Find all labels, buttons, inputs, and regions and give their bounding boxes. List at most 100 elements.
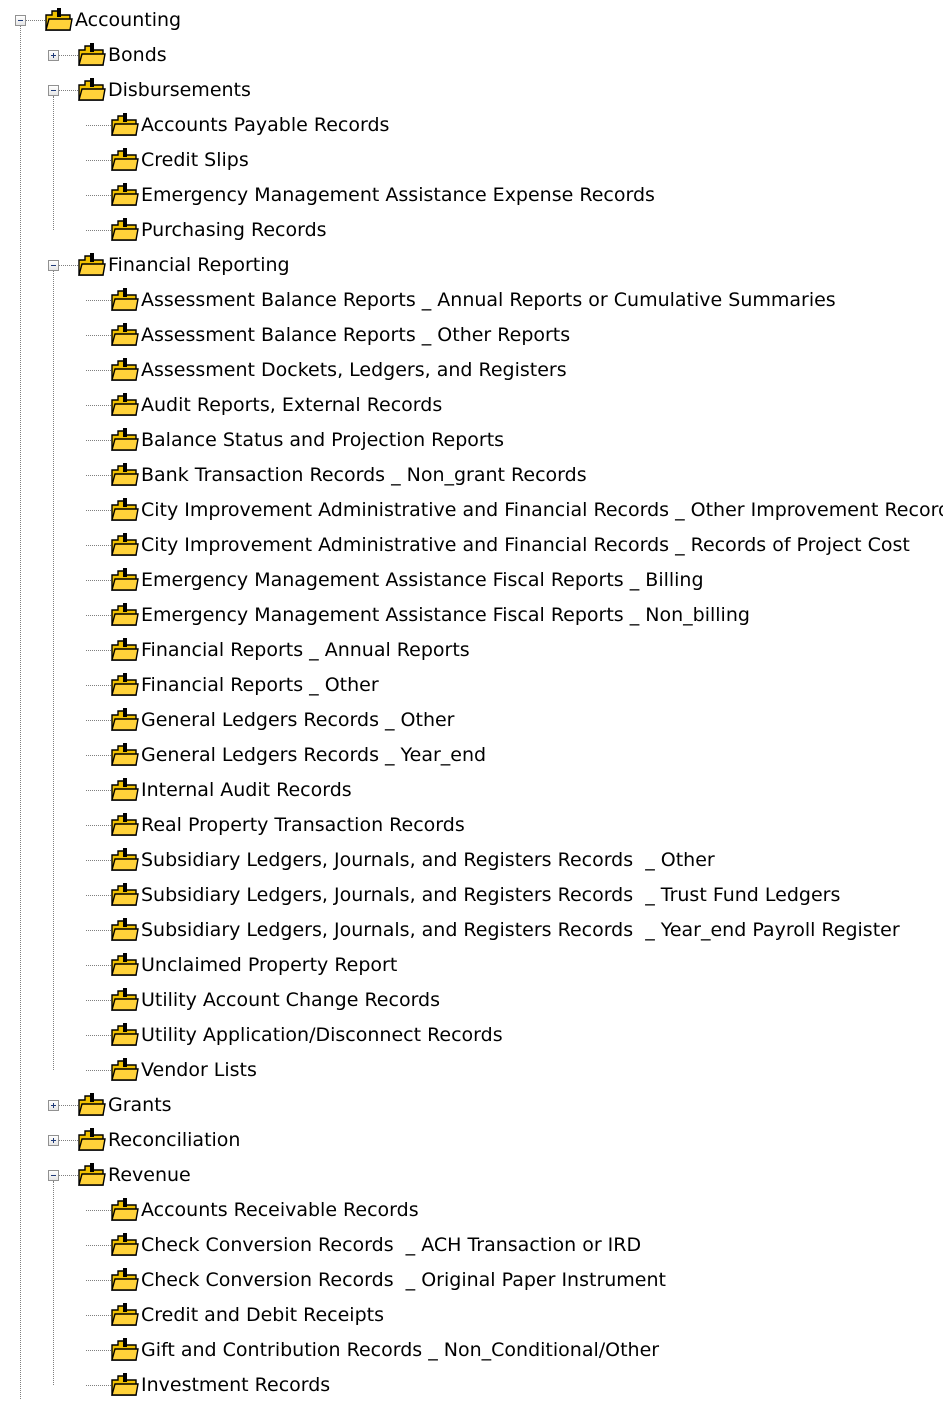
tree-node-label[interactable]: General Ledgers Records _ Year_end xyxy=(141,743,486,767)
tree-node-label[interactable]: Internal Audit Records xyxy=(141,778,352,802)
tree-node-label[interactable]: Credit Slips xyxy=(141,148,249,172)
tree-node-label[interactable]: Unclaimed Property Report xyxy=(141,953,397,977)
tree-node-label[interactable]: Balance Status and Projection Reports xyxy=(141,428,504,452)
tree-node-leaf-1-1[interactable]: Credit Slips xyxy=(0,143,943,178)
tree-node-leaf-2-7[interactable]: City Improvement Administrative and Fina… xyxy=(0,528,943,563)
tree-node-group-5[interactable]: Revenue xyxy=(0,1158,943,1193)
tree-node-label[interactable]: Accounting xyxy=(75,8,181,32)
tree-node-label[interactable]: Grants xyxy=(108,1093,172,1117)
tree-node-label[interactable]: Utility Account Change Records xyxy=(141,988,440,1012)
tree-node-leaf-5-4[interactable]: Gift and Contribution Records _ Non_Cond… xyxy=(0,1333,943,1368)
tree-connector-line xyxy=(86,160,111,161)
tree-node-leaf-2-18[interactable]: Subsidiary Ledgers, Journals, and Regist… xyxy=(0,913,943,948)
minus-box-icon[interactable] xyxy=(48,260,59,271)
plus-box-icon[interactable] xyxy=(48,1100,59,1111)
tree-node-label[interactable]: Purchasing Records xyxy=(141,218,327,242)
tree-node-leaf-2-3[interactable]: Audit Reports, External Records xyxy=(0,388,943,423)
tree-node-leaf-2-1[interactable]: Assessment Balance Reports _ Other Repor… xyxy=(0,318,943,353)
tree-node-leaf-2-20[interactable]: Utility Account Change Records xyxy=(0,983,943,1018)
tree-node-label[interactable]: Emergency Management Assistance Fiscal R… xyxy=(141,603,750,627)
tree-node-label[interactable]: Credit and Debit Receipts xyxy=(141,1303,384,1327)
tree-connector-line xyxy=(86,650,111,651)
tree-node-label[interactable]: Emergency Management Assistance Fiscal R… xyxy=(141,568,704,592)
tree-node-leaf-2-12[interactable]: General Ledgers Records _ Other xyxy=(0,703,943,738)
tree-node-label[interactable]: City Improvement Administrative and Fina… xyxy=(141,533,910,557)
records-tree-view[interactable]: Accounting Bonds Disbursements Accounts Pay… xyxy=(0,0,943,1399)
tree-node-group-2[interactable]: Financial Reporting xyxy=(0,248,943,283)
tree-node-label[interactable]: Utility Application/Disconnect Records xyxy=(141,1023,503,1047)
tree-node-leaf-2-5[interactable]: Bank Transaction Records _ Non_grant Rec… xyxy=(0,458,943,493)
tree-node-leaf-2-2[interactable]: Assessment Dockets, Ledgers, and Registe… xyxy=(0,353,943,388)
tree-node-leaf-2-0[interactable]: Assessment Balance Reports _ Annual Repo… xyxy=(0,283,943,318)
tree-node-root[interactable]: Accounting xyxy=(0,3,943,38)
tree-node-label[interactable]: Subsidiary Ledgers, Journals, and Regist… xyxy=(141,848,715,872)
tree-node-leaf-2-16[interactable]: Subsidiary Ledgers, Journals, and Regist… xyxy=(0,843,943,878)
minus-box-icon[interactable] xyxy=(48,1170,59,1181)
folder-icon xyxy=(109,1371,139,1397)
folder-icon xyxy=(109,1231,139,1257)
tree-node-label[interactable]: Accounts Receivable Records xyxy=(141,1198,419,1222)
tree-node-leaf-1-3[interactable]: Purchasing Records xyxy=(0,213,943,248)
tree-node-label[interactable]: Assessment Balance Reports _ Other Repor… xyxy=(141,323,570,347)
tree-node-label[interactable]: Revenue xyxy=(108,1163,191,1187)
tree-node-leaf-2-4[interactable]: Balance Status and Projection Reports xyxy=(0,423,943,458)
tree-node-label[interactable]: Real Property Transaction Records xyxy=(141,813,465,837)
tree-node-label[interactable]: Financial Reports _ Other xyxy=(141,673,379,697)
tree-node-label[interactable]: Audit Reports, External Records xyxy=(141,393,442,417)
tree-node-leaf-5-2[interactable]: Check Conversion Records _ Original Pape… xyxy=(0,1263,943,1298)
tree-node-label[interactable]: Financial Reporting xyxy=(108,253,290,277)
tree-node-leaf-5-0[interactable]: Accounts Receivable Records xyxy=(0,1193,943,1228)
folder-icon xyxy=(109,461,139,487)
tree-node-leaf-2-8[interactable]: Emergency Management Assistance Fiscal R… xyxy=(0,563,943,598)
tree-node-leaf-5-3[interactable]: Credit and Debit Receipts xyxy=(0,1298,943,1333)
tree-node-label[interactable]: Check Conversion Records _ ACH Transacti… xyxy=(141,1233,641,1257)
folder-icon xyxy=(109,216,139,242)
tree-node-group-1[interactable]: Disbursements xyxy=(0,73,943,108)
tree-node-leaf-2-11[interactable]: Financial Reports _ Other xyxy=(0,668,943,703)
tree-node-label[interactable]: Gift and Contribution Records _ Non_Cond… xyxy=(141,1338,659,1362)
tree-node-leaf-2-13[interactable]: General Ledgers Records _ Year_end xyxy=(0,738,943,773)
tree-node-label[interactable]: City Improvement Administrative and Fina… xyxy=(141,498,943,522)
tree-connector-line xyxy=(86,230,111,231)
tree-node-leaf-2-6[interactable]: City Improvement Administrative and Fina… xyxy=(0,493,943,528)
tree-node-label[interactable]: Bank Transaction Records _ Non_grant Rec… xyxy=(141,463,587,487)
tree-node-leaf-2-17[interactable]: Subsidiary Ledgers, Journals, and Regist… xyxy=(0,878,943,913)
tree-connector-line xyxy=(86,895,111,896)
tree-node-label[interactable]: Vendor Lists xyxy=(141,1058,257,1082)
minus-box-icon[interactable] xyxy=(15,15,26,26)
tree-connector-line xyxy=(86,930,111,931)
tree-node-label[interactable]: Subsidiary Ledgers, Journals, and Regist… xyxy=(141,918,900,942)
tree-node-leaf-2-21[interactable]: Utility Application/Disconnect Records xyxy=(0,1018,943,1053)
tree-node-label[interactable]: Accounts Payable Records xyxy=(141,113,389,137)
tree-node-label[interactable]: Investment Records xyxy=(141,1373,330,1397)
tree-node-group-4[interactable]: Reconciliation xyxy=(0,1123,943,1158)
tree-node-group-3[interactable]: Grants xyxy=(0,1088,943,1123)
tree-node-leaf-2-15[interactable]: Real Property Transaction Records xyxy=(0,808,943,843)
tree-node-label[interactable]: Bonds xyxy=(108,43,167,67)
tree-node-label[interactable]: Emergency Management Assistance Expense … xyxy=(141,183,655,207)
folder-icon xyxy=(109,776,139,802)
tree-node-leaf-1-0[interactable]: Accounts Payable Records xyxy=(0,108,943,143)
tree-node-group-0[interactable]: Bonds xyxy=(0,38,943,73)
tree-node-leaf-1-2[interactable]: Emergency Management Assistance Expense … xyxy=(0,178,943,213)
tree-node-leaf-5-5[interactable]: Investment Records xyxy=(0,1368,943,1403)
plus-box-icon[interactable] xyxy=(48,1135,59,1146)
tree-node-leaf-2-22[interactable]: Vendor Lists xyxy=(0,1053,943,1088)
tree-node-label[interactable]: Reconciliation xyxy=(108,1128,240,1152)
tree-node-leaf-2-14[interactable]: Internal Audit Records xyxy=(0,773,943,808)
tree-node-label[interactable]: Subsidiary Ledgers, Journals, and Regist… xyxy=(141,883,840,907)
tree-connector-line xyxy=(86,1070,111,1071)
tree-node-label[interactable]: Assessment Dockets, Ledgers, and Registe… xyxy=(141,358,567,382)
tree-node-label[interactable]: Disbursements xyxy=(108,78,251,102)
tree-node-label[interactable]: General Ledgers Records _ Other xyxy=(141,708,455,732)
plus-box-icon[interactable] xyxy=(48,50,59,61)
minus-box-icon[interactable] xyxy=(48,85,59,96)
tree-node-label[interactable]: Assessment Balance Reports _ Annual Repo… xyxy=(141,288,836,312)
tree-node-label[interactable]: Check Conversion Records _ Original Pape… xyxy=(141,1268,666,1292)
tree-node-leaf-2-19[interactable]: Unclaimed Property Report xyxy=(0,948,943,983)
tree-node-leaf-2-9[interactable]: Emergency Management Assistance Fiscal R… xyxy=(0,598,943,633)
tree-node-label[interactable]: Financial Reports _ Annual Reports xyxy=(141,638,470,662)
tree-node-leaf-5-1[interactable]: Check Conversion Records _ ACH Transacti… xyxy=(0,1228,943,1263)
tree-node-leaf-2-10[interactable]: Financial Reports _ Annual Reports xyxy=(0,633,943,668)
folder-icon xyxy=(109,111,139,137)
